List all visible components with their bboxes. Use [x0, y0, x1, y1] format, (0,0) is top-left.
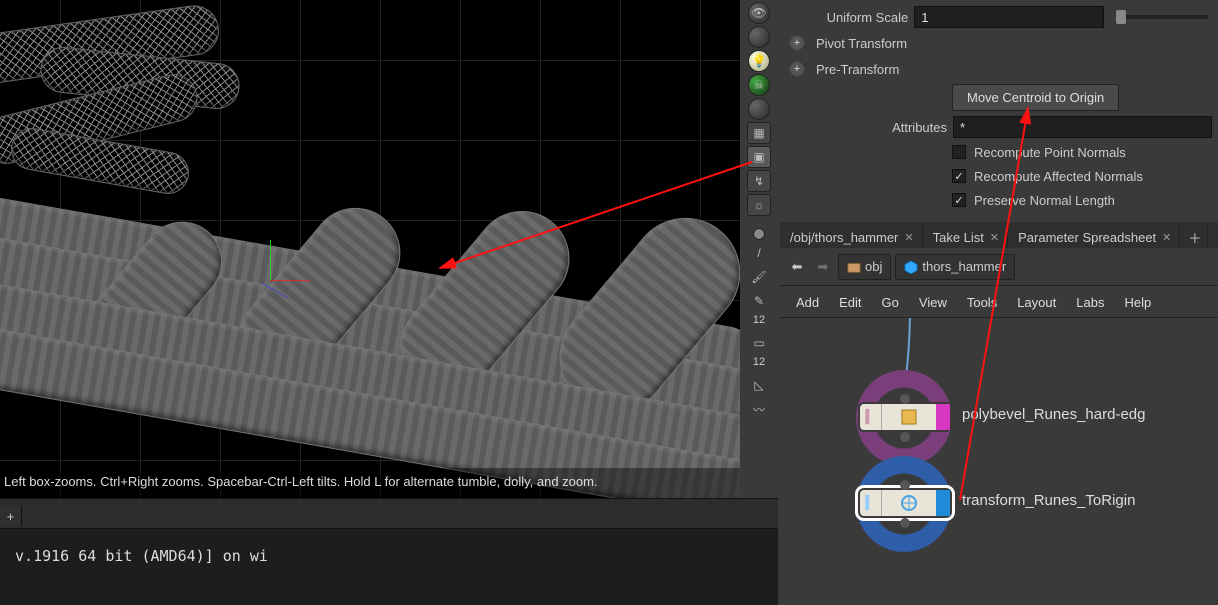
folder-icon	[847, 260, 861, 274]
node-output-port[interactable]	[900, 432, 910, 442]
label-12: 12	[753, 314, 765, 330]
close-icon[interactable]: ✕	[1162, 231, 1171, 244]
uniform-scale-slider[interactable]	[1116, 15, 1208, 19]
checkbox-label: Recompute Affected Normals	[974, 169, 1143, 184]
network-pathbar: ⬅ ➡ obj thors_hammer	[780, 248, 1218, 286]
menu-help[interactable]: Help	[1114, 291, 1161, 314]
console-tabbar	[0, 498, 778, 528]
eye-icon[interactable]: 👁	[748, 2, 770, 24]
dot-icon[interactable]	[753, 228, 765, 240]
tab-label: Parameter Spreadsheet	[1018, 230, 1156, 245]
parameter-pane: Uniform Scale + Pivot Transform + Pre-Tr…	[780, 0, 1218, 220]
bulb-icon[interactable]: 💡	[748, 50, 770, 72]
recompute-affected-normals-checkbox[interactable]: ✓ Recompute Affected Normals	[952, 164, 1212, 188]
back-button[interactable]: ⬅	[786, 256, 808, 278]
node-transform[interactable]: ▍	[858, 488, 952, 518]
menu-edit[interactable]: Edit	[829, 291, 871, 314]
node-output-port[interactable]	[900, 518, 910, 528]
node-input-port[interactable]	[900, 394, 910, 404]
network-menu: Add Edit Go View Tools Layout Labs Help	[780, 288, 1218, 318]
checkbox-icon: ✓	[952, 193, 966, 207]
menu-add[interactable]: Add	[786, 291, 829, 314]
attributes-input[interactable]	[953, 116, 1212, 138]
pen-icon[interactable]: ✎	[747, 290, 771, 312]
breadcrumb-node[interactable]: thors_hammer	[895, 254, 1015, 280]
transform-icon	[899, 493, 919, 513]
node-label: transform_Runes_ToRigin	[962, 492, 1135, 509]
menu-layout[interactable]: Layout	[1007, 291, 1066, 314]
shade-icon[interactable]	[748, 98, 770, 120]
sphere-icon[interactable]	[748, 26, 770, 48]
checkbox-icon: ✓	[952, 169, 966, 183]
node-label: polybevel_Runes_hard-edg	[962, 406, 1145, 423]
breadcrumb-label: thors_hammer	[922, 259, 1006, 274]
flag-icon: ▍	[866, 495, 876, 511]
camera-icon[interactable]: ▣	[747, 146, 771, 168]
menu-tools[interactable]: Tools	[957, 291, 1007, 314]
add-tab-button[interactable]: ＋	[1180, 222, 1208, 248]
menu-go[interactable]: Go	[872, 291, 909, 314]
tab-label: Take List	[933, 230, 984, 245]
triangle-icon[interactable]: ◺	[747, 374, 771, 396]
uniform-scale-input[interactable]	[914, 6, 1104, 28]
square-icon[interactable]: ▭	[747, 332, 771, 354]
move-centroid-button[interactable]: Move Centroid to Origin	[952, 84, 1119, 111]
checkbox-icon	[952, 145, 966, 159]
curve-icon[interactable]: 〰	[747, 398, 771, 420]
checkbox-label: Preserve Normal Length	[974, 193, 1115, 208]
attributes-label: Attributes	[782, 120, 947, 135]
tab-take-list[interactable]: Take List ✕	[923, 222, 1009, 248]
skull-icon[interactable]: ☠	[748, 74, 770, 96]
geo-icon	[904, 260, 918, 274]
add-tab-button[interactable]: +	[0, 506, 22, 526]
expand-icon[interactable]: +	[790, 62, 804, 76]
sun-icon[interactable]: ☼	[747, 194, 771, 216]
close-icon[interactable]: ✕	[904, 231, 913, 244]
axis-gizmo[interactable]	[270, 280, 271, 281]
tab-path[interactable]: /obj/thors_hammer ✕	[780, 222, 923, 248]
viewport-3d[interactable]: Left box-zooms. Ctrl+Right zooms. Spaceb…	[0, 0, 740, 498]
pivot-transform-label[interactable]: Pivot Transform	[816, 36, 907, 51]
pre-transform-label[interactable]: Pre-Transform	[816, 62, 899, 77]
python-console[interactable]: v.1916 64 bit (AMD64)] on wi	[0, 528, 778, 605]
axis-x	[270, 280, 310, 281]
uniform-scale-label: Uniform Scale	[782, 10, 908, 25]
viewport-hint: Left box-zooms. Ctrl+Right zooms. Spaceb…	[0, 468, 740, 498]
preserve-normal-length-checkbox[interactable]: ✓ Preserve Normal Length	[952, 188, 1212, 212]
slash-icon[interactable]: /	[747, 242, 771, 264]
tab-label: /obj/thors_hammer	[790, 230, 898, 245]
flag-icon: ▍	[866, 409, 876, 425]
checkbox-label: Recompute Point Normals	[974, 145, 1126, 160]
plus-icon: ＋	[1188, 228, 1201, 247]
axis-y	[270, 240, 271, 280]
breadcrumb-label: obj	[865, 259, 882, 274]
close-icon[interactable]: ✕	[990, 231, 999, 244]
node-wire	[780, 318, 1218, 605]
network-canvas[interactable]: ▍ polybevel_Runes_hard-edg ▍ transform_R…	[780, 318, 1218, 605]
viewport-toolbar: 👁 💡 ☠ ▦ ▣ ↯ ☼ / 🖌 ✎ 12 ▭ 12 ◺ 〰	[740, 0, 778, 498]
node-input-port[interactable]	[900, 480, 910, 490]
node-polybevel[interactable]: ▍	[858, 402, 952, 432]
brush-icon[interactable]: 🖌	[747, 266, 771, 288]
polybevel-icon	[899, 407, 919, 427]
breadcrumb-obj[interactable]: obj	[838, 254, 891, 280]
label-12b: 12	[753, 356, 765, 372]
recompute-point-normals-checkbox[interactable]: Recompute Point Normals	[952, 140, 1212, 164]
menu-labs[interactable]: Labs	[1066, 291, 1114, 314]
wireframe-icon[interactable]: ▦	[747, 122, 771, 144]
menu-view[interactable]: View	[909, 291, 957, 314]
tool-icon[interactable]: ↯	[747, 170, 771, 192]
plus-icon: +	[7, 509, 15, 524]
forward-button[interactable]: ➡	[812, 256, 834, 278]
expand-icon[interactable]: +	[790, 36, 804, 50]
tab-parameter-spreadsheet[interactable]: Parameter Spreadsheet ✕	[1008, 222, 1180, 248]
network-tabs: /obj/thors_hammer ✕ Take List ✕ Parameter …	[780, 222, 1218, 248]
